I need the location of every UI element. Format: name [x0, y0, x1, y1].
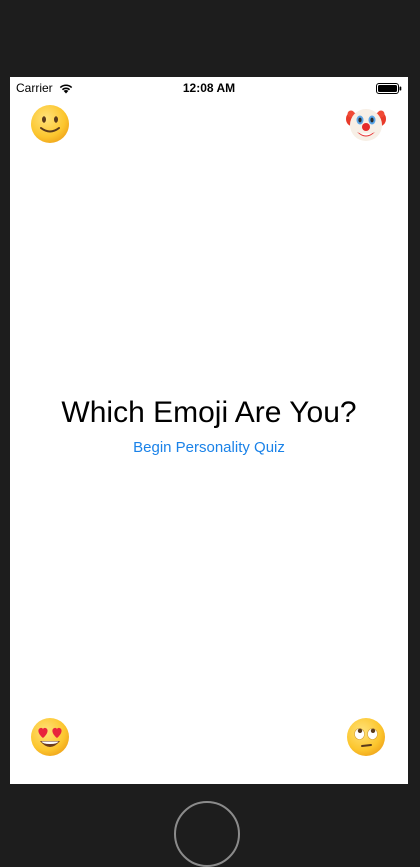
device-frame: Carrier 12:08 AM Which Emoji Are You? Be…	[0, 0, 420, 867]
home-button[interactable]	[174, 801, 240, 867]
status-time: 12:08 AM	[182, 81, 236, 95]
page-title: Which Emoji Are You?	[61, 396, 357, 429]
clown-face-icon	[346, 104, 386, 144]
begin-quiz-button[interactable]: Begin Personality Quiz	[10, 439, 408, 457]
status-bar: Carrier 12:08 AM	[10, 77, 408, 99]
app-screen: Carrier 12:08 AM Which Emoji Are You? Be…	[10, 77, 408, 784]
battery-icon	[376, 83, 402, 94]
heart-eyes-face-icon	[30, 717, 70, 757]
slightly-smiling-face-icon	[30, 104, 70, 144]
eye-roll-face-icon	[346, 717, 386, 757]
